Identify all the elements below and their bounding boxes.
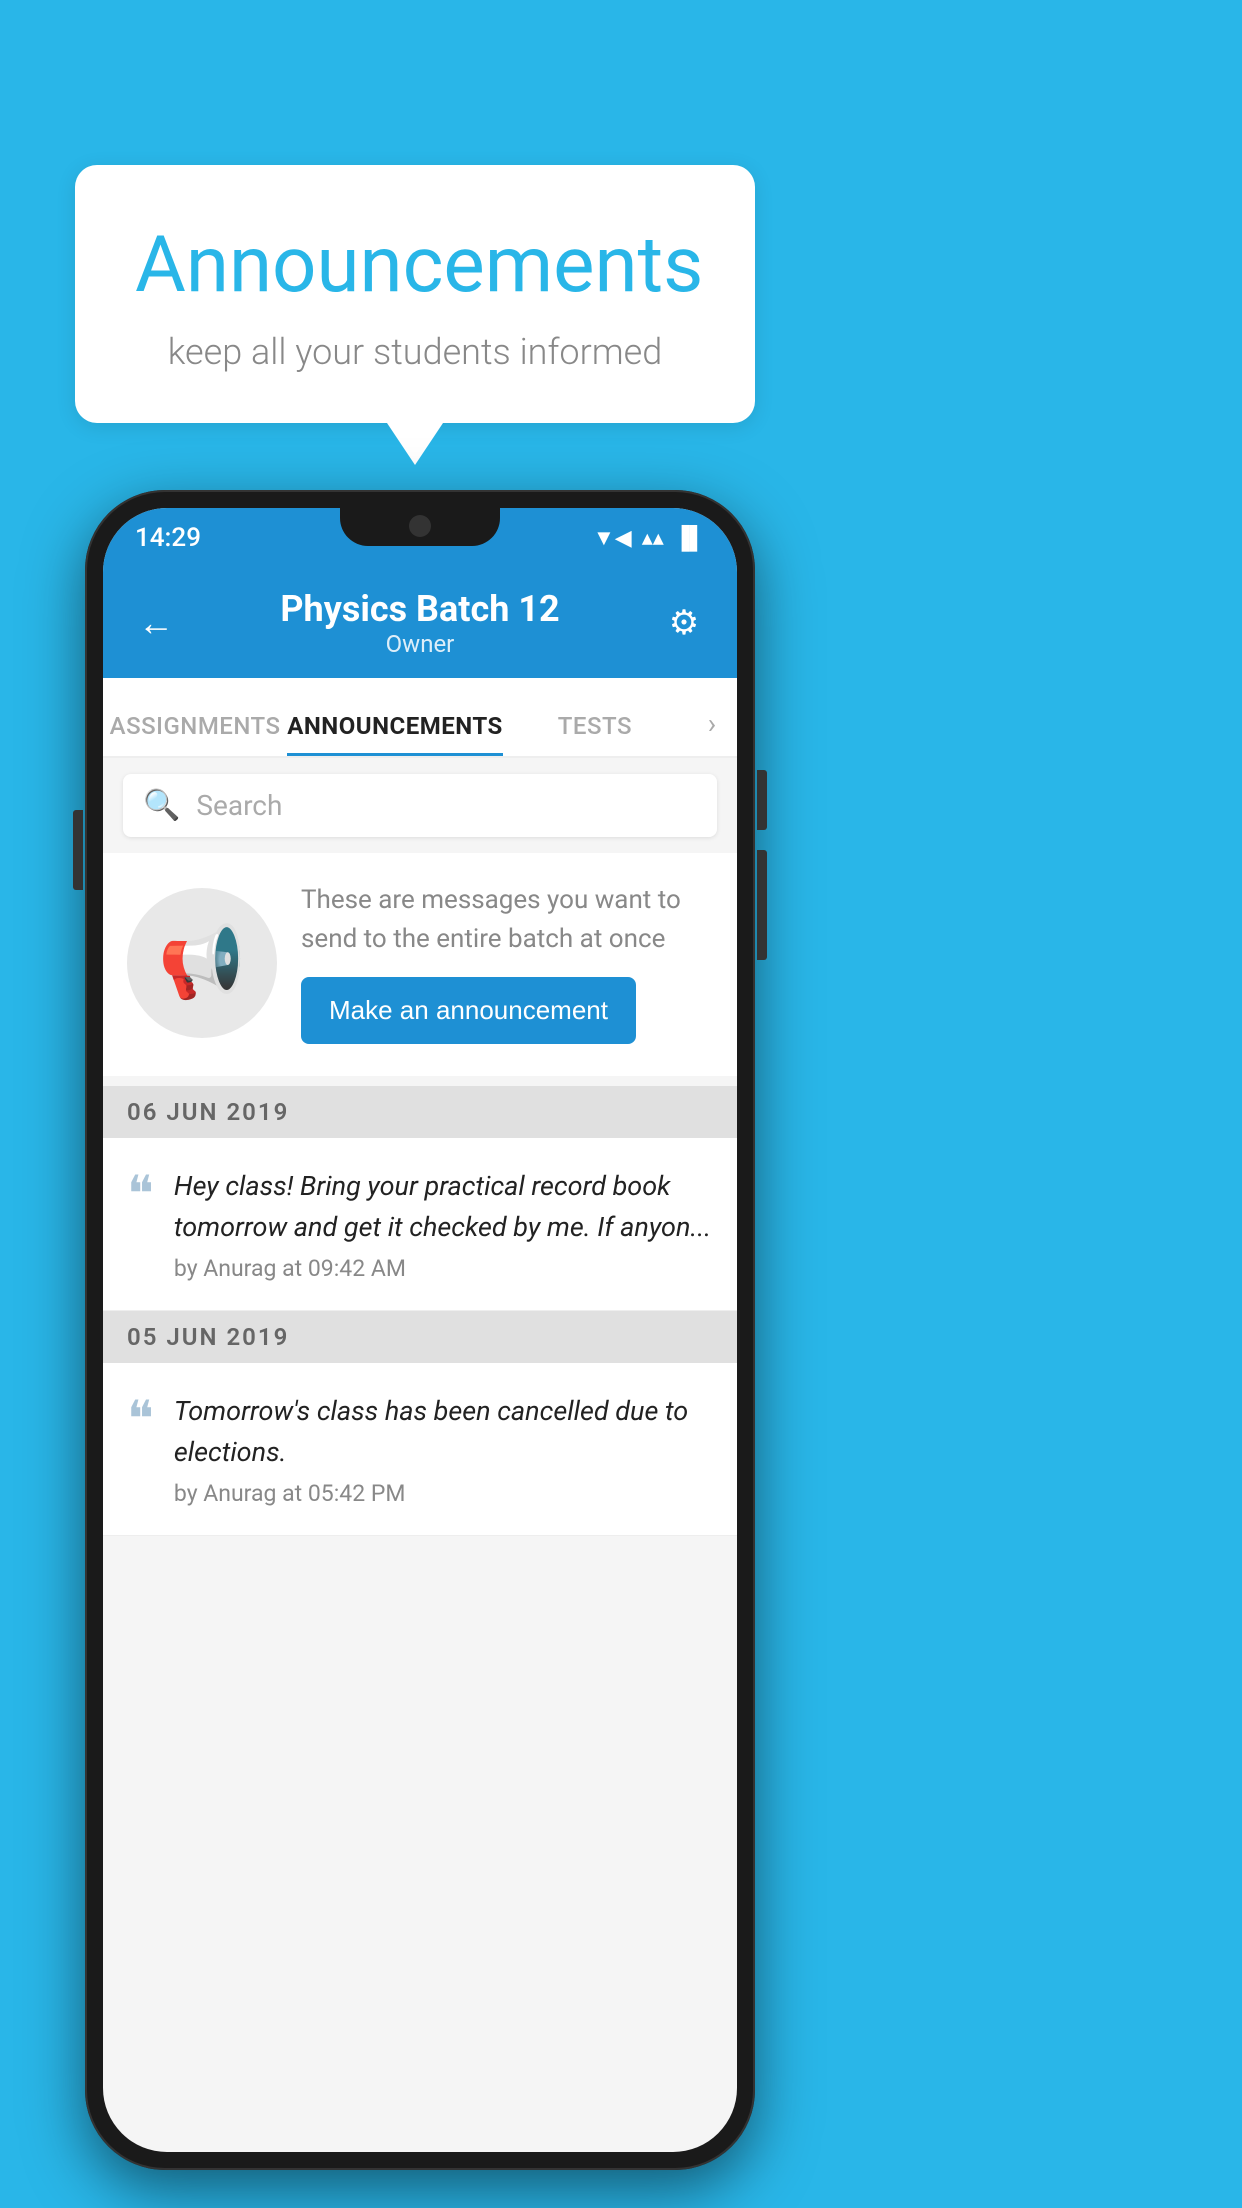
tab-more[interactable]: › xyxy=(687,707,737,756)
side-button-left xyxy=(73,810,83,890)
speech-bubble: Announcements keep all your students inf… xyxy=(75,165,755,423)
app-bar-title: Physics Batch 12 xyxy=(181,588,659,630)
announcement-content-2: Tomorrow's class has been cancelled due … xyxy=(174,1391,713,1507)
make-announcement-button[interactable]: Make an announcement xyxy=(301,977,636,1044)
megaphone-icon: 📢 xyxy=(158,922,245,1004)
announcement-meta-2: by Anurag at 05:42 PM xyxy=(174,1480,713,1507)
phone-outer: 14:29 ▼◀ ▴▴ ▐▌ ← Physics Batch 12 Owner … xyxy=(85,490,755,2170)
tabs-bar: ASSIGNMENTS ANNOUNCEMENTS TESTS › xyxy=(103,678,737,758)
status-bar: 14:29 ▼◀ ▴▴ ▐▌ xyxy=(103,508,737,568)
bubble-subtitle: keep all your students informed xyxy=(135,331,695,373)
announcement-meta-1: by Anurag at 09:42 AM xyxy=(174,1255,713,1282)
announcement-item-1: ❝ Hey class! Bring your practical record… xyxy=(103,1138,737,1311)
tab-announcements[interactable]: ANNOUNCEMENTS xyxy=(287,712,503,756)
side-button-right-1 xyxy=(757,770,767,830)
search-bar[interactable]: 🔍 Search xyxy=(123,774,717,837)
search-icon: 🔍 xyxy=(143,788,180,823)
intro-description: These are messages you want to send to t… xyxy=(301,881,713,959)
signal-icon: ▴▴ xyxy=(642,526,664,551)
intro-text-block: These are messages you want to send to t… xyxy=(301,881,713,1044)
app-bar-subtitle: Owner xyxy=(181,630,659,658)
wifi-icon: ▼◀ xyxy=(593,525,632,551)
side-button-right-2 xyxy=(757,850,767,960)
bubble-title: Announcements xyxy=(135,220,695,311)
app-bar: ← Physics Batch 12 Owner ⚙ xyxy=(103,568,737,678)
tab-tests[interactable]: TESTS xyxy=(503,712,687,756)
app-bar-center: Physics Batch 12 Owner xyxy=(181,588,659,658)
announcement-content-1: Hey class! Bring your practical record b… xyxy=(174,1166,713,1282)
battery-icon: ▐▌ xyxy=(674,525,705,551)
date-separator-1: 06 JUN 2019 xyxy=(103,1086,737,1138)
phone-wrapper: 14:29 ▼◀ ▴▴ ▐▌ ← Physics Batch 12 Owner … xyxy=(85,490,755,2170)
back-button[interactable]: ← xyxy=(131,602,181,644)
date-separator-2: 05 JUN 2019 xyxy=(103,1311,737,1363)
status-icons: ▼◀ ▴▴ ▐▌ xyxy=(593,525,705,551)
intro-card: 📢 These are messages you want to send to… xyxy=(103,853,737,1076)
announcement-icon-circle: 📢 xyxy=(127,888,277,1038)
quote-icon-2: ❝ xyxy=(127,1395,154,1445)
announcement-item-2: ❝ Tomorrow's class has been cancelled du… xyxy=(103,1363,737,1536)
status-time: 14:29 xyxy=(135,523,201,553)
announcement-text-1: Hey class! Bring your practical record b… xyxy=(174,1166,713,1247)
quote-icon-1: ❝ xyxy=(127,1170,154,1220)
phone-screen: 14:29 ▼◀ ▴▴ ▐▌ ← Physics Batch 12 Owner … xyxy=(103,508,737,2152)
search-placeholder: Search xyxy=(196,789,282,822)
announcement-text-2: Tomorrow's class has been cancelled due … xyxy=(174,1391,713,1472)
speech-bubble-container: Announcements keep all your students inf… xyxy=(75,165,755,423)
tab-assignments[interactable]: ASSIGNMENTS xyxy=(103,712,287,756)
settings-button[interactable]: ⚙ xyxy=(659,603,709,643)
